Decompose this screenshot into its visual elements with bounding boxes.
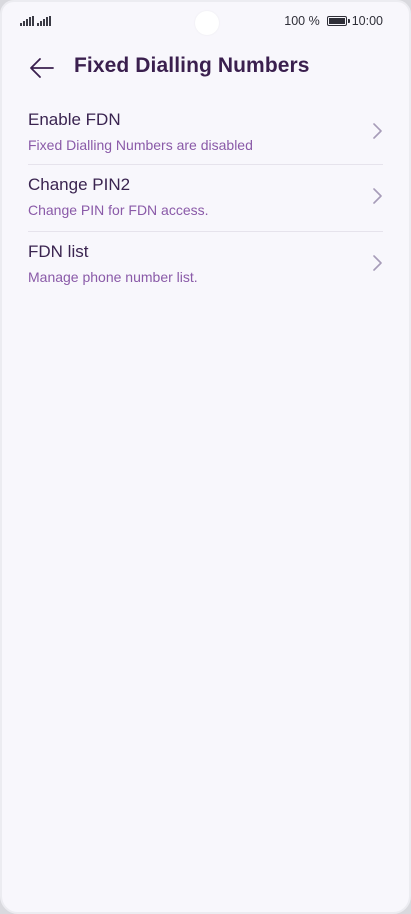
list-item-change-pin2[interactable]: Change PIN2 Change PIN for FDN access. (28, 164, 383, 231)
item-subtitle: Fixed Dialling Numbers are disabled (28, 137, 253, 153)
item-title: Enable FDN (28, 110, 121, 129)
back-button[interactable] (28, 54, 56, 82)
front-camera (195, 11, 219, 35)
battery-icon (326, 16, 350, 26)
signal-icon (20, 16, 34, 26)
item-title: FDN list (28, 242, 89, 261)
signal-icon (37, 16, 51, 26)
clock: 10:00 (351, 14, 383, 28)
list-item-enable-fdn[interactable]: Enable FDN Fixed Dialling Numbers are di… (28, 100, 383, 164)
item-subtitle: Change PIN for FDN access. (28, 202, 209, 218)
chevron-right-icon (373, 188, 382, 204)
battery-percent: 100 % (284, 14, 320, 28)
page-title: Fixed Dialling Numbers (74, 54, 310, 77)
chevron-right-icon (373, 123, 382, 139)
status-bar: 100 % 10:00 (2, 2, 409, 42)
list-item-fdn-list[interactable]: FDN list Manage phone number list. (28, 231, 383, 298)
arrow-left-icon (30, 58, 54, 78)
fdn-settings-list: Enable FDN Fixed Dialling Numbers are di… (2, 100, 409, 298)
phone-screen: 100 % 10:00 Fixed Dialling Numbers Enabl… (0, 0, 411, 914)
status-right: 100 % 10:00 (284, 14, 383, 28)
chevron-right-icon (373, 255, 382, 271)
item-subtitle: Manage phone number list. (28, 269, 198, 285)
app-header: Fixed Dialling Numbers (2, 46, 409, 90)
item-title: Change PIN2 (28, 175, 131, 194)
